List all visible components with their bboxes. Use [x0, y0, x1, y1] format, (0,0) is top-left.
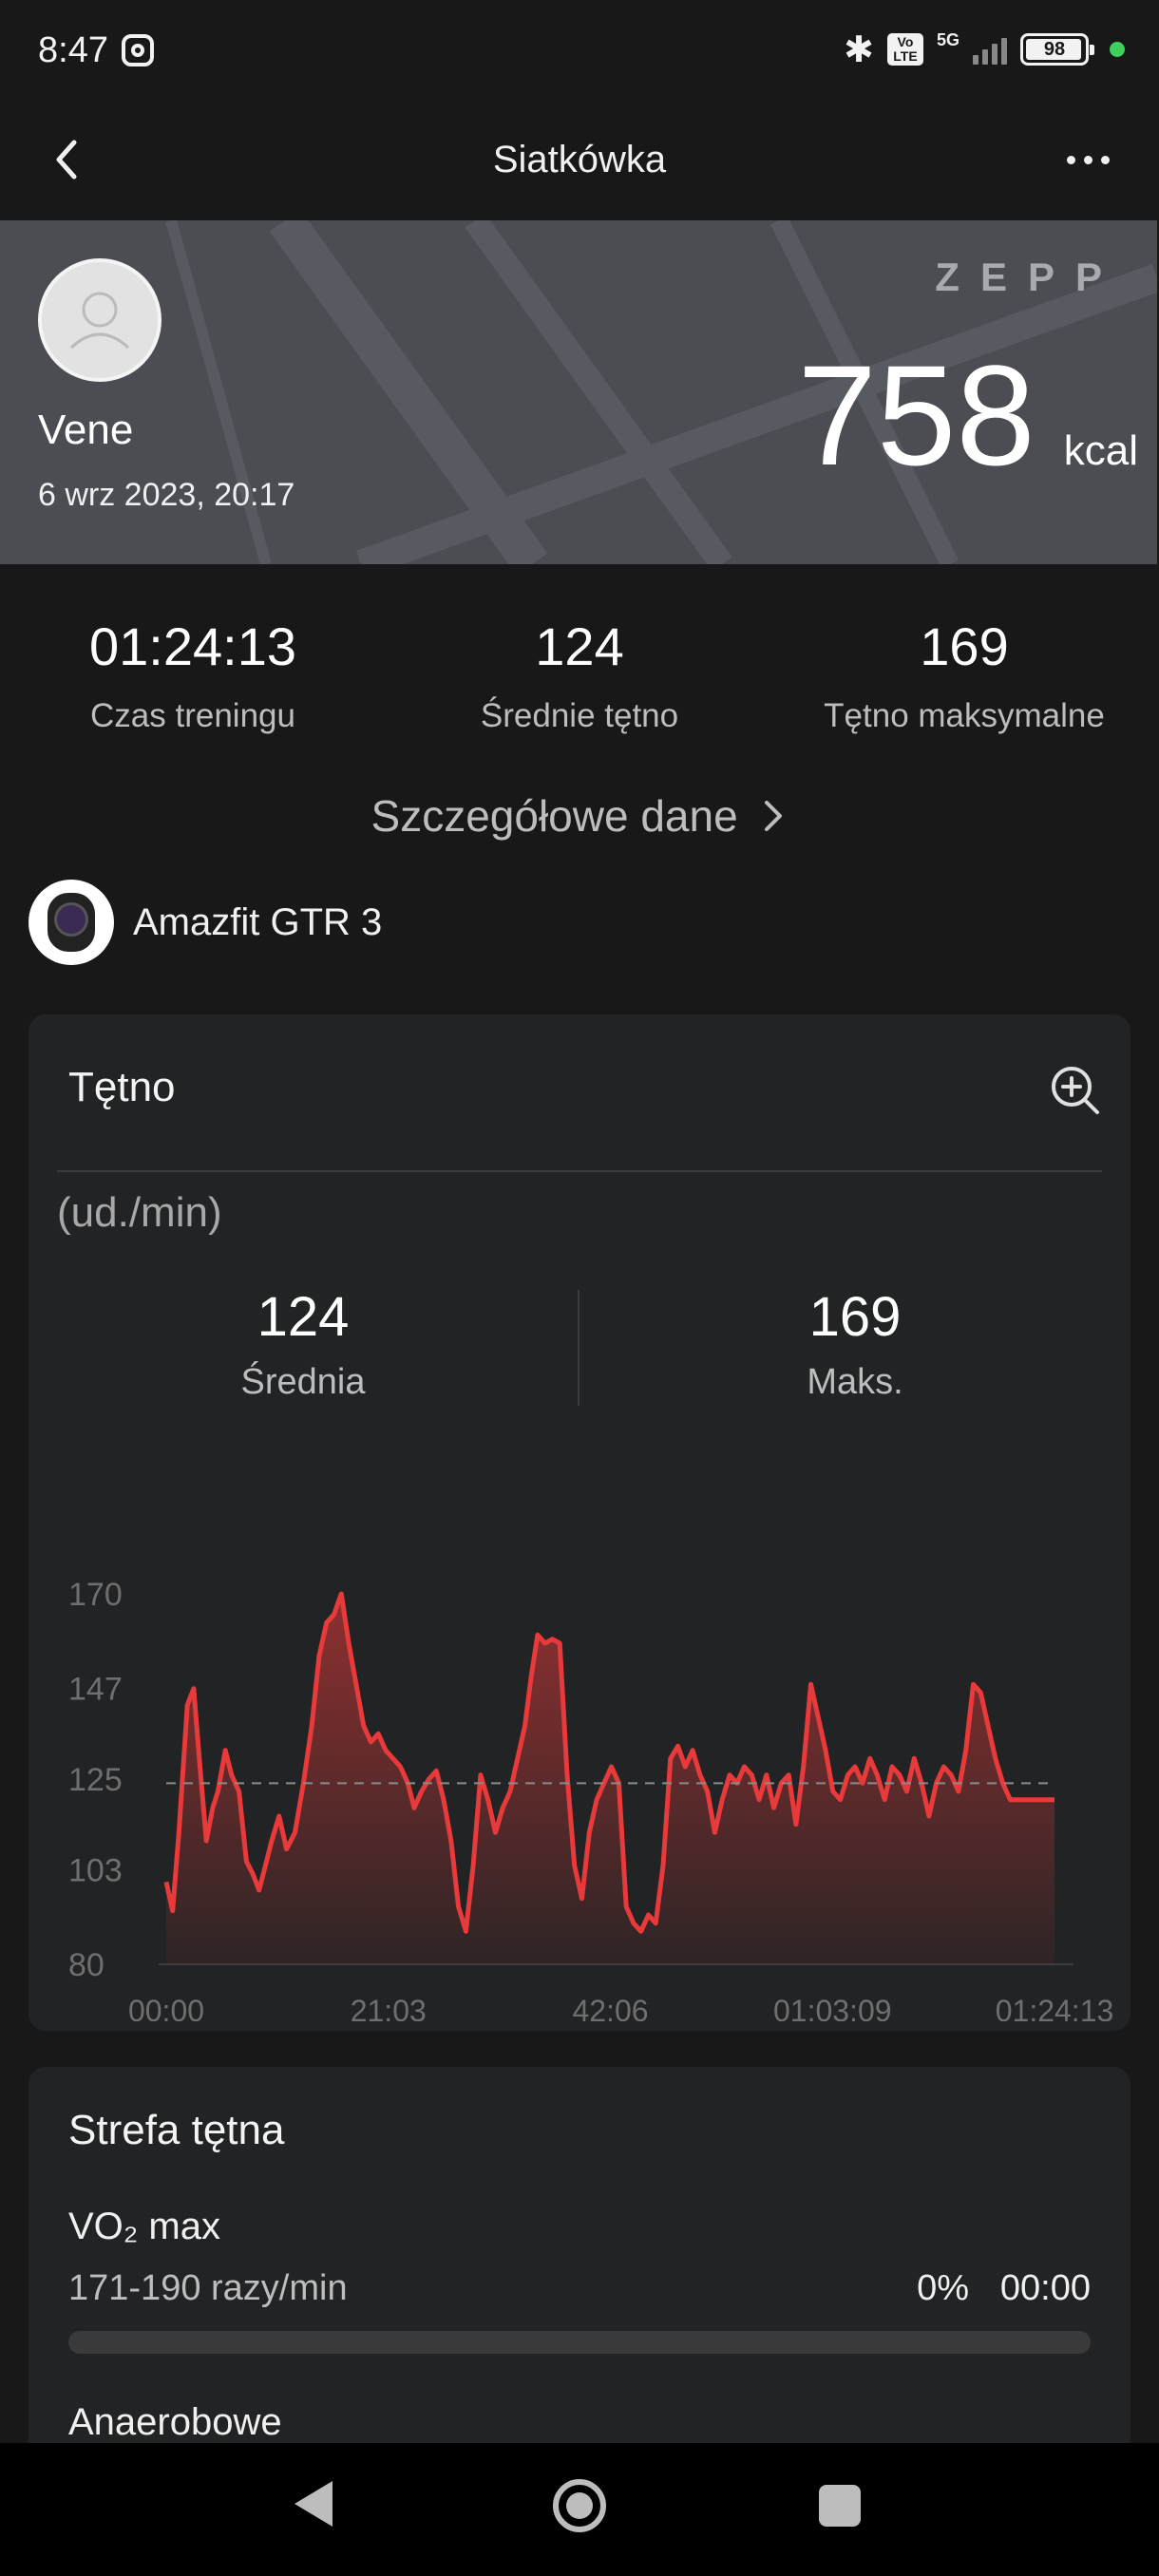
max-hr-stat: 169 Tętno maksymalne	[774, 617, 1154, 735]
detailed-data-label: Szczegółowe dane	[370, 791, 738, 841]
top-app-bar: Siatkówka	[0, 103, 1159, 220]
status-bar: 8:47 ✱ Vo LTE 5G 98	[0, 0, 1159, 103]
y-tick-label: 147	[68, 1672, 123, 1708]
zones-title: Strefa tętna	[68, 2107, 285, 2153]
device-name: Amazfit GTR 3	[133, 900, 383, 943]
zone-name: Anaerobowe	[68, 2401, 282, 2443]
zone-time: 00:00	[999, 2268, 1091, 2308]
avg-hr-value: 124	[256, 1286, 350, 1348]
calories-value: 758	[797, 335, 1036, 495]
stat-label: Tętno maksymalne	[824, 696, 1105, 734]
divider	[57, 1170, 1102, 1172]
x-tick-label: 00:00	[128, 1994, 204, 2021]
watch-icon	[28, 880, 114, 965]
user-name: Vene	[38, 407, 134, 453]
zepp-logo: ZEPP	[935, 255, 1123, 299]
stat-value: 124	[535, 616, 624, 676]
zone-progress-bar	[68, 2331, 1091, 2354]
detailed-data-link[interactable]: Szczegółowe dane	[0, 790, 1159, 842]
zoom-in-icon[interactable]	[1049, 1064, 1102, 1117]
workout-date: 6 wrz 2023, 20:17	[38, 477, 295, 513]
zone-name: VO₂ max	[68, 2206, 220, 2247]
heart-rate-chart: 170 147 125 103 80 00:00 21:03 42:06 01:03:09 01:…	[68, 1577, 1114, 2021]
stat-value: 169	[920, 616, 1009, 676]
bluetooth-icon: ✱	[844, 29, 874, 70]
y-tick-label: 103	[68, 1852, 123, 1888]
calories-unit: kcal	[1063, 427, 1138, 474]
avg-hr-stat: 124 Średnie tętno	[390, 617, 770, 735]
workout-summary: 01:24:13 Czas treningu 124 Średnie tętno…	[0, 617, 1159, 760]
heart-rate-card: Tętno (ud./min) 124 Średnia 169 Maks. 17…	[28, 1014, 1130, 2031]
nav-home-icon[interactable]	[553, 2479, 606, 2532]
volte-icon: Vo LTE	[886, 33, 923, 66]
zone-range: 171-190 razy/min	[68, 2268, 348, 2308]
avg-hr-label: Średnia	[240, 1362, 366, 1402]
workout-banner: Vene 6 wrz 2023, 20:17 ZEPP 758 kcal	[0, 220, 1157, 564]
x-tick-label: 21:03	[351, 1994, 427, 2021]
y-tick-label: 170	[68, 1577, 123, 1613]
device-row[interactable]: Amazfit GTR 3	[28, 880, 382, 965]
page-title: Siatkówka	[492, 139, 667, 180]
stat-label: Czas treningu	[90, 696, 295, 734]
x-tick-label: 42:06	[572, 1994, 648, 2021]
instagram-icon	[122, 34, 154, 66]
y-tick-label: 80	[68, 1947, 104, 1983]
x-tick-label: 01:24:13	[996, 1994, 1114, 2021]
max-hr-value: 169	[808, 1286, 902, 1348]
battery-icon: 98	[1020, 33, 1094, 66]
nav-back-icon[interactable]	[294, 2481, 332, 2527]
divider	[578, 1290, 580, 1406]
network-type: 5G	[936, 30, 960, 49]
x-tick-label: 01:03:09	[773, 1994, 892, 2021]
y-tick-label: 125	[68, 1762, 123, 1798]
zone-percent: 0%	[917, 2268, 969, 2308]
more-options-icon[interactable]	[1054, 131, 1121, 188]
avg-heart-rate: 124 Średnia	[113, 1290, 493, 1403]
battery-level: 98	[1043, 38, 1066, 60]
user-silhouette-icon	[69, 292, 130, 350]
status-time: 8:47	[38, 30, 108, 70]
heart-rate-unit: (ud./min)	[57, 1189, 222, 1236]
signal-icon	[973, 34, 1007, 65]
avatar[interactable]	[38, 258, 162, 382]
heart-rate-title: Tętno	[68, 1064, 176, 1110]
status-icons: ✱ Vo LTE 5G 98	[844, 28, 1125, 70]
stat-label: Średnie tętno	[480, 696, 679, 734]
max-heart-rate: 169 Maks.	[665, 1290, 1045, 1403]
duration-stat: 01:24:13 Czas treningu	[3, 617, 383, 735]
system-nav-bar	[0, 2443, 1159, 2576]
privacy-indicator-icon	[1110, 42, 1125, 57]
calories: 758 kcal	[797, 344, 1138, 486]
stat-value: 01:24:13	[89, 616, 296, 676]
chevron-right-icon	[765, 801, 783, 831]
max-hr-label: Maks.	[807, 1362, 903, 1402]
nav-recents-icon[interactable]	[819, 2485, 861, 2527]
